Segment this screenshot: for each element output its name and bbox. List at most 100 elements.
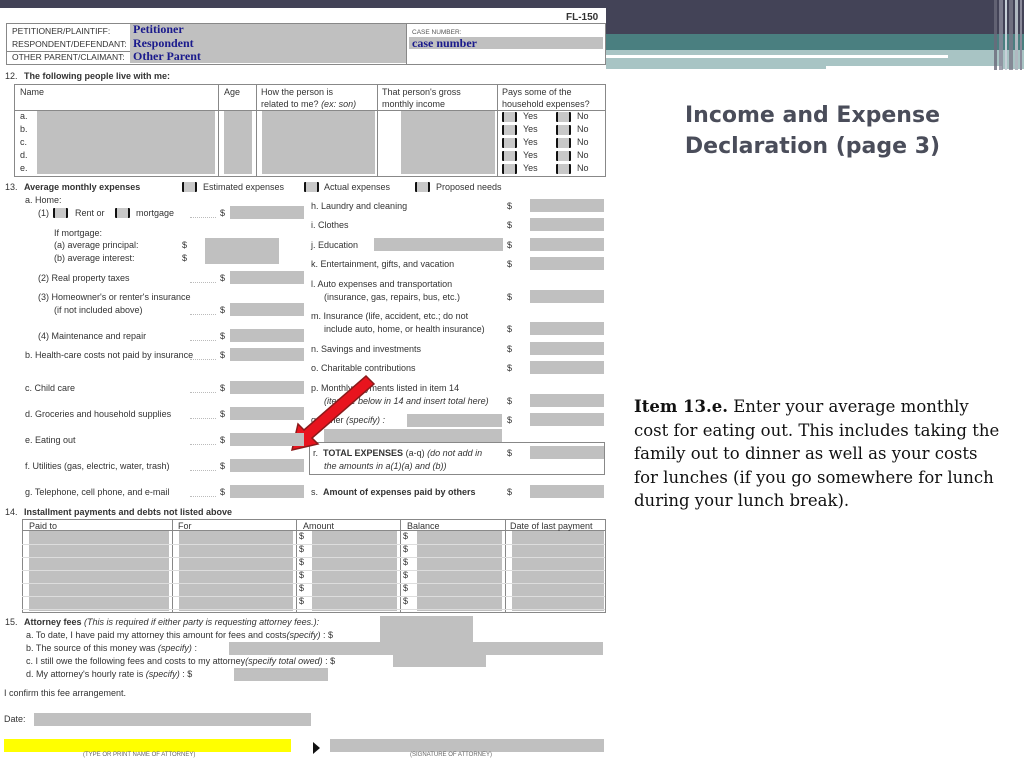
expense-amount-field[interactable]: [230, 459, 304, 472]
signature-arrow-icon: [313, 742, 320, 754]
real-property-taxes-label: (2) Real property taxes: [38, 273, 130, 283]
dollar-sign: $: [507, 324, 513, 334]
income-fields[interactable]: [401, 111, 495, 174]
table-divider: [218, 84, 219, 176]
household-row-letter: a.: [20, 111, 28, 121]
leader-dots: [190, 282, 216, 283]
avg-principal-label: (a) average principal:: [54, 240, 139, 250]
rent-checkbox[interactable]: [53, 208, 68, 218]
mortgage-principal-interest-field[interactable]: [205, 238, 279, 264]
amount-dollar-sign: $: [299, 544, 305, 554]
other-specify-field[interactable]: [407, 414, 502, 427]
total-italic-1: (do not add in: [427, 448, 483, 458]
fees-owed-specify: (specify total owed): [245, 656, 323, 666]
pays-no-label: No: [577, 150, 589, 160]
dollar-sign: $: [507, 259, 513, 269]
pays-yes-checkbox[interactable]: [502, 125, 517, 135]
pays-yes-checkbox[interactable]: [502, 151, 517, 161]
fees-paid-specify: (specify): [286, 630, 321, 640]
proposed-needs-checkbox[interactable]: [415, 182, 430, 192]
expense-amount-field[interactable]: [230, 381, 304, 394]
amount-fields[interactable]: [312, 531, 397, 611]
expense-amount-field[interactable]: [230, 433, 304, 446]
col-relation-header-2: related to me? (ex: son): [261, 99, 356, 110]
expense-amount-field[interactable]: [530, 361, 604, 374]
dollar-sign: $: [220, 409, 226, 419]
other-parent-value[interactable]: Other Parent: [133, 50, 201, 63]
age-fields[interactable]: [224, 111, 252, 174]
dollar-sign: $: [507, 415, 513, 425]
pays-no-checkbox[interactable]: [556, 164, 571, 174]
insurance-label-2: include auto, home, or health insurance): [324, 324, 485, 334]
expense-amount-field[interactable]: [530, 322, 604, 335]
pays-no-checkbox[interactable]: [556, 151, 571, 161]
paid-by-others-bold: Amount of expenses paid by others: [323, 487, 476, 497]
vertical-bar: [1020, 0, 1022, 70]
mortgage-checkbox[interactable]: [115, 208, 130, 218]
expense-amount-field[interactable]: [230, 271, 304, 284]
estimated-expenses-checkbox[interactable]: [182, 182, 197, 192]
case-number-value[interactable]: case number: [412, 37, 477, 50]
expense-amount-field[interactable]: [530, 446, 604, 459]
leader-dots: [190, 418, 216, 419]
expense-amount-field[interactable]: [530, 485, 604, 498]
pays-no-checkbox[interactable]: [556, 112, 571, 122]
petitioner-label: PETITIONER/PLAINTIFF:: [12, 26, 111, 36]
auto-label-1: l. Auto expenses and transportation: [311, 279, 453, 289]
date-field[interactable]: [34, 713, 311, 726]
col-income-header-1: That person's gross: [382, 87, 461, 97]
for-fields[interactable]: [179, 531, 293, 611]
pays-no-label: No: [577, 163, 589, 173]
balance-fields[interactable]: [417, 531, 502, 611]
pays-no-checkbox[interactable]: [556, 125, 571, 135]
expense-amount-field[interactable]: [530, 238, 604, 251]
dollar-sign: $: [220, 461, 226, 471]
expense-amount-field[interactable]: [230, 348, 304, 361]
education-label: j. Education: [311, 240, 359, 250]
pays-yes-checkbox[interactable]: [502, 164, 517, 174]
expense-amount-field[interactable]: [230, 206, 304, 219]
dollar-sign: $: [220, 350, 226, 360]
pays-yes-checkbox[interactable]: [502, 112, 517, 122]
note-item-label: Item 13.e.: [634, 397, 728, 416]
hourly-rate-field[interactable]: [234, 668, 328, 681]
money-source-specify: (specify): [157, 643, 192, 653]
total-range: (a-q): [405, 448, 425, 458]
col-pays-header-1: Pays some of the: [502, 87, 572, 97]
expense-amount-field[interactable]: [530, 290, 604, 303]
fees-paid-field[interactable]: [380, 616, 473, 642]
attorney-signature-caption: (SIGNATURE OF ATTORNEY): [410, 752, 493, 758]
expense-amount-field[interactable]: [230, 485, 304, 498]
maintenance-label: (4) Maintenance and repair: [38, 331, 147, 341]
paid-to-fields[interactable]: [29, 531, 169, 611]
education-specify-field[interactable]: [374, 238, 503, 251]
balance-dollar-sign: $: [403, 583, 409, 593]
expense-amount-field[interactable]: [230, 407, 304, 420]
dollar-sign: $: [220, 305, 226, 315]
expense-amount-field[interactable]: [530, 394, 604, 407]
pays-no-checkbox[interactable]: [556, 138, 571, 148]
petitioner-value[interactable]: Petitioner: [133, 23, 184, 36]
expense-amount-field[interactable]: [530, 413, 604, 426]
child-care-label: c. Child care: [25, 383, 76, 393]
expense-amount-field[interactable]: [230, 329, 304, 342]
date-last-payment-fields[interactable]: [512, 531, 604, 611]
expense-amount-field[interactable]: [530, 199, 604, 212]
actual-expenses-checkbox[interactable]: [304, 182, 319, 192]
name-fields[interactable]: [37, 111, 215, 174]
utilities-label: f. Utilities (gas, electric, water, tras…: [25, 461, 170, 471]
fees-owed-label: c. I still owe the following fees and co…: [26, 656, 335, 667]
expense-amount-field[interactable]: [530, 257, 604, 270]
pays-yes-checkbox[interactable]: [502, 138, 517, 148]
dollar-sign: $: [507, 240, 513, 250]
table-divider: [400, 519, 401, 612]
fees-owed-field[interactable]: [393, 654, 486, 667]
dollar-sign: $: [220, 383, 226, 393]
expense-amount-field[interactable]: [530, 218, 604, 231]
installment-row-line: [22, 609, 605, 610]
relation-fields[interactable]: [262, 111, 375, 174]
expense-amount-field[interactable]: [530, 342, 604, 355]
dollar-sign: $: [220, 487, 226, 497]
expense-amount-field[interactable]: [230, 303, 304, 316]
dollar-sign: $: [507, 396, 513, 406]
